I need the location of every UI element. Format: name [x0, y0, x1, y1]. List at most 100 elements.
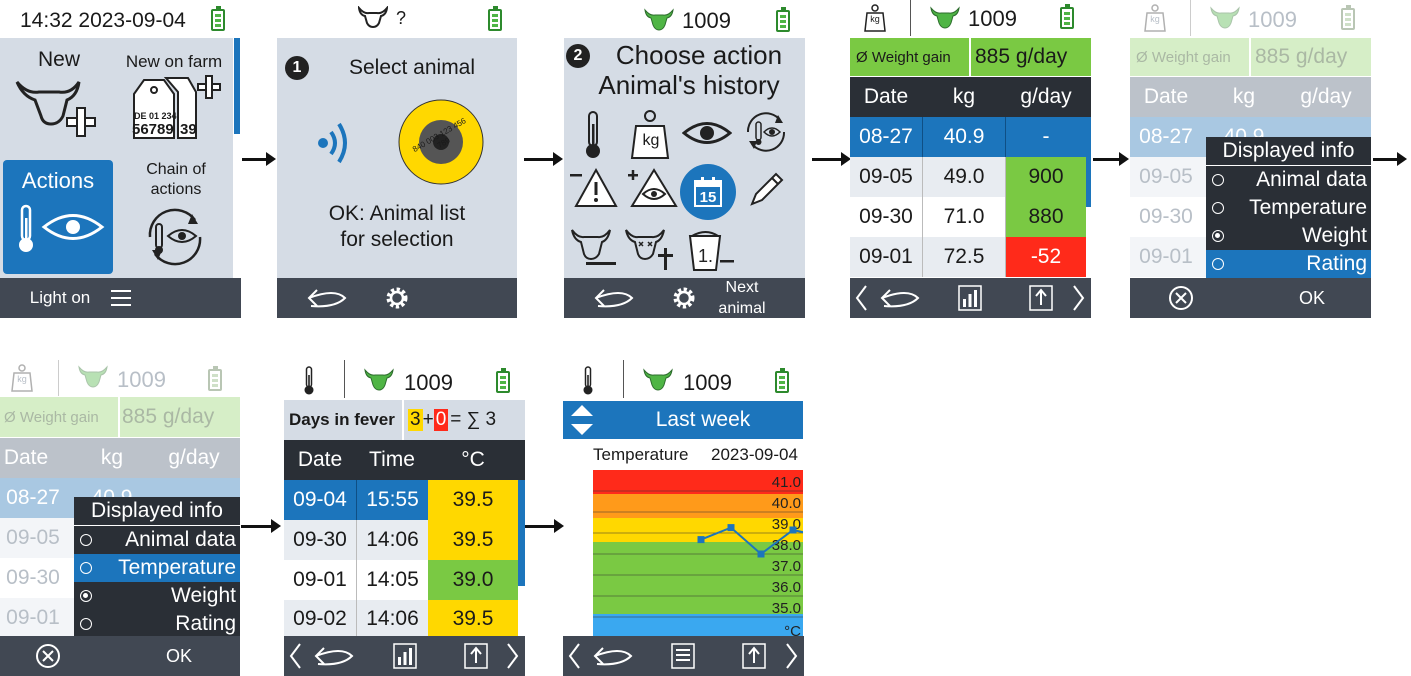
back-icon[interactable] — [592, 286, 638, 310]
chevron-left-icon[interactable] — [567, 642, 581, 670]
table-row[interactable]: 09-30 14:06 39.5 — [284, 520, 518, 560]
back-icon[interactable] — [878, 286, 924, 310]
row-gain: 900 — [1006, 157, 1086, 197]
row-kg: 72.5 — [922, 237, 1006, 277]
cancel-icon[interactable] — [1168, 285, 1194, 311]
table-header: Date kg g/day — [1130, 77, 1371, 117]
next-label2: animal — [718, 300, 766, 317]
light-button[interactable]: Light on — [18, 278, 102, 318]
col-date: Date — [1143, 85, 1189, 108]
option-weight[interactable]: Weight — [74, 582, 240, 610]
table-row[interactable]: 09-01 72.5 -52 — [850, 237, 1086, 277]
y-tick-label: 41.0 — [772, 474, 801, 491]
new-label: New — [37, 48, 80, 71]
warning-icon[interactable] — [568, 166, 618, 208]
cow-head-icon — [364, 368, 394, 391]
chevron-right-icon[interactable] — [1072, 284, 1086, 312]
screen-choose-action: 1009 2 Choose action Animal's history kg… — [564, 0, 805, 318]
tag-line1: DE 01 234 — [134, 111, 177, 121]
thermometer-icon — [583, 366, 593, 395]
bucket-icon[interactable]: 1. — [686, 226, 738, 272]
row-date: 09-01 — [1139, 245, 1193, 268]
row-date: 09-01 — [293, 568, 347, 591]
chart-icon[interactable] — [393, 643, 417, 669]
table-row[interactable]: 09-04 15:55 39.5 — [284, 480, 518, 520]
back-icon[interactable] — [591, 644, 637, 668]
back-icon[interactable] — [305, 286, 351, 310]
table-row[interactable]: 08-27 40.9 - — [850, 117, 1086, 157]
chain-of-actions-button[interactable]: Chain of actions — [118, 160, 230, 274]
chevron-right-icon[interactable] — [506, 642, 520, 670]
new-animal-button[interactable]: New — [5, 44, 113, 144]
bottom-bar — [850, 278, 1091, 318]
cancel-icon[interactable] — [35, 643, 61, 669]
battery-icon — [496, 368, 510, 393]
thermometer-icon[interactable] — [582, 110, 604, 160]
menu-icon[interactable] — [111, 289, 131, 307]
scroll-indicator[interactable] — [234, 38, 240, 134]
table-header: Date kg g/day — [850, 77, 1091, 117]
option-rating[interactable]: Rating — [1206, 250, 1371, 278]
scroll-indicator[interactable] — [518, 480, 525, 586]
scroll-indicator[interactable] — [1086, 117, 1091, 207]
calendar-button[interactable]: 15 — [680, 164, 736, 220]
fever-days-a: 3 — [408, 409, 423, 431]
data-point — [757, 550, 765, 558]
row-date: 09-04 — [293, 488, 347, 511]
table-header: Date Time °C — [284, 440, 525, 480]
row-date: 09-05 — [6, 526, 60, 549]
row-time: 14:06 — [356, 520, 428, 560]
next-animal-button[interactable]: Next animal — [712, 278, 772, 318]
animal-id: 1009 — [1248, 7, 1297, 32]
ok-button[interactable]: OK — [1290, 278, 1334, 318]
pencil-icon[interactable] — [746, 170, 786, 210]
observe-warning-icon[interactable] — [626, 166, 678, 208]
battery-icon — [488, 6, 502, 31]
row-date: 09-30 — [859, 205, 913, 228]
table-row[interactable]: 09-05 49.0 900 — [850, 157, 1086, 197]
cow-head-icon — [930, 6, 960, 29]
table-row[interactable]: 09-01 14:05 39.0 — [284, 560, 518, 600]
up-down-arrows-icon[interactable] — [569, 404, 595, 436]
actions-button[interactable]: Actions — [3, 160, 113, 274]
header-divider — [910, 0, 911, 36]
row-kg: 49.0 — [922, 157, 1006, 197]
radio-icon — [1212, 174, 1224, 186]
chevron-right-icon[interactable] — [785, 642, 799, 670]
popup-title: Displayed info — [74, 497, 240, 526]
export-icon[interactable] — [464, 643, 488, 669]
fever-plus: + — [422, 409, 434, 430]
chart-title: Temperature — [593, 445, 689, 464]
option-temperature[interactable]: Temperature — [74, 554, 240, 582]
col-gday: g/day — [1300, 85, 1352, 108]
option-weight[interactable]: Weight — [1206, 222, 1371, 250]
export-icon[interactable] — [742, 643, 766, 669]
period-selector[interactable]: Last week — [563, 401, 803, 439]
new-on-farm-button[interactable]: New on farm DE 01 234 56789 39 — [118, 44, 230, 154]
cow-minus-icon[interactable] — [570, 226, 618, 270]
eye-icon[interactable] — [682, 118, 732, 148]
table-row[interactable]: 09-02 14:06 39.5 — [284, 600, 518, 638]
option-temperature[interactable]: Temperature — [1206, 194, 1371, 222]
col-gday: g/day — [1020, 85, 1072, 108]
export-icon[interactable] — [1029, 285, 1053, 311]
option-rating[interactable]: Rating — [74, 610, 240, 638]
option-animal-data[interactable]: Animal data — [74, 526, 240, 554]
gear-icon[interactable] — [385, 286, 409, 310]
table-row[interactable]: 09-30 71.0 880 — [850, 197, 1086, 237]
dead-cow-icon[interactable] — [624, 226, 678, 272]
bottom-bar: Light on — [0, 278, 241, 318]
gear-icon[interactable] — [672, 286, 696, 310]
option-animal-data[interactable]: Animal data — [1206, 166, 1371, 194]
animal-id: 1009 — [404, 370, 453, 395]
chevron-left-icon[interactable] — [854, 284, 868, 312]
ok-button[interactable]: OK — [157, 636, 201, 676]
list-icon[interactable] — [671, 643, 695, 669]
rfid-signal-icon — [318, 122, 347, 164]
flow-arrow — [242, 152, 276, 166]
chart-icon[interactable] — [958, 285, 982, 311]
row-date: 09-30 — [293, 528, 347, 551]
temperature-cycle-icon[interactable] — [742, 108, 790, 156]
back-icon[interactable] — [312, 644, 358, 668]
chevron-left-icon[interactable] — [288, 642, 302, 670]
